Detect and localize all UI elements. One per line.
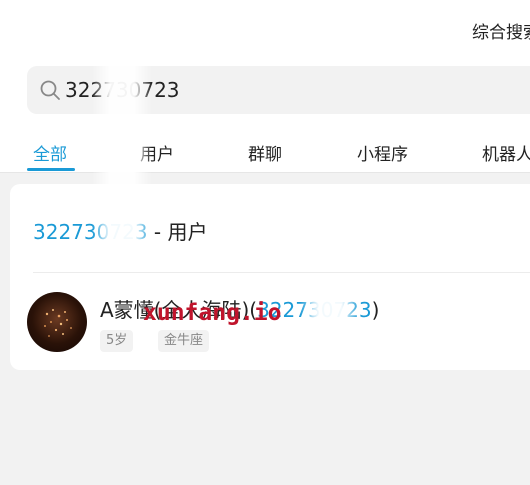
- page-title: 综合搜索: [472, 23, 530, 43]
- tag-zodiac: 金牛座: [158, 330, 210, 352]
- search-icon: [40, 80, 60, 100]
- tab-groups[interactable]: 群聊: [248, 140, 282, 165]
- watermark: xunfang.io: [143, 300, 282, 326]
- user-name-suffix: ): [371, 298, 380, 322]
- active-tab-indicator: [27, 168, 75, 171]
- tag-age: 5岁: [100, 330, 134, 352]
- tab-all[interactable]: 全部: [33, 140, 67, 165]
- result-card: 322730723 - 用户 A蒙懂(全人海陆)(322730723) 5岁 金…: [10, 184, 530, 370]
- avatar-image: [44, 309, 72, 337]
- tab-mini-programs[interactable]: 小程序: [357, 140, 408, 165]
- tab-bots[interactable]: 机器人: [482, 140, 530, 165]
- divider: [33, 272, 530, 273]
- redaction-blur: [300, 275, 360, 370]
- result-header-suffix: - 用户: [147, 220, 208, 244]
- top-bar: 综合搜索 全部 用户 群聊 小程序 机器人: [0, 0, 530, 173]
- avatar[interactable]: [27, 292, 87, 352]
- redaction-blur: [92, 18, 152, 268]
